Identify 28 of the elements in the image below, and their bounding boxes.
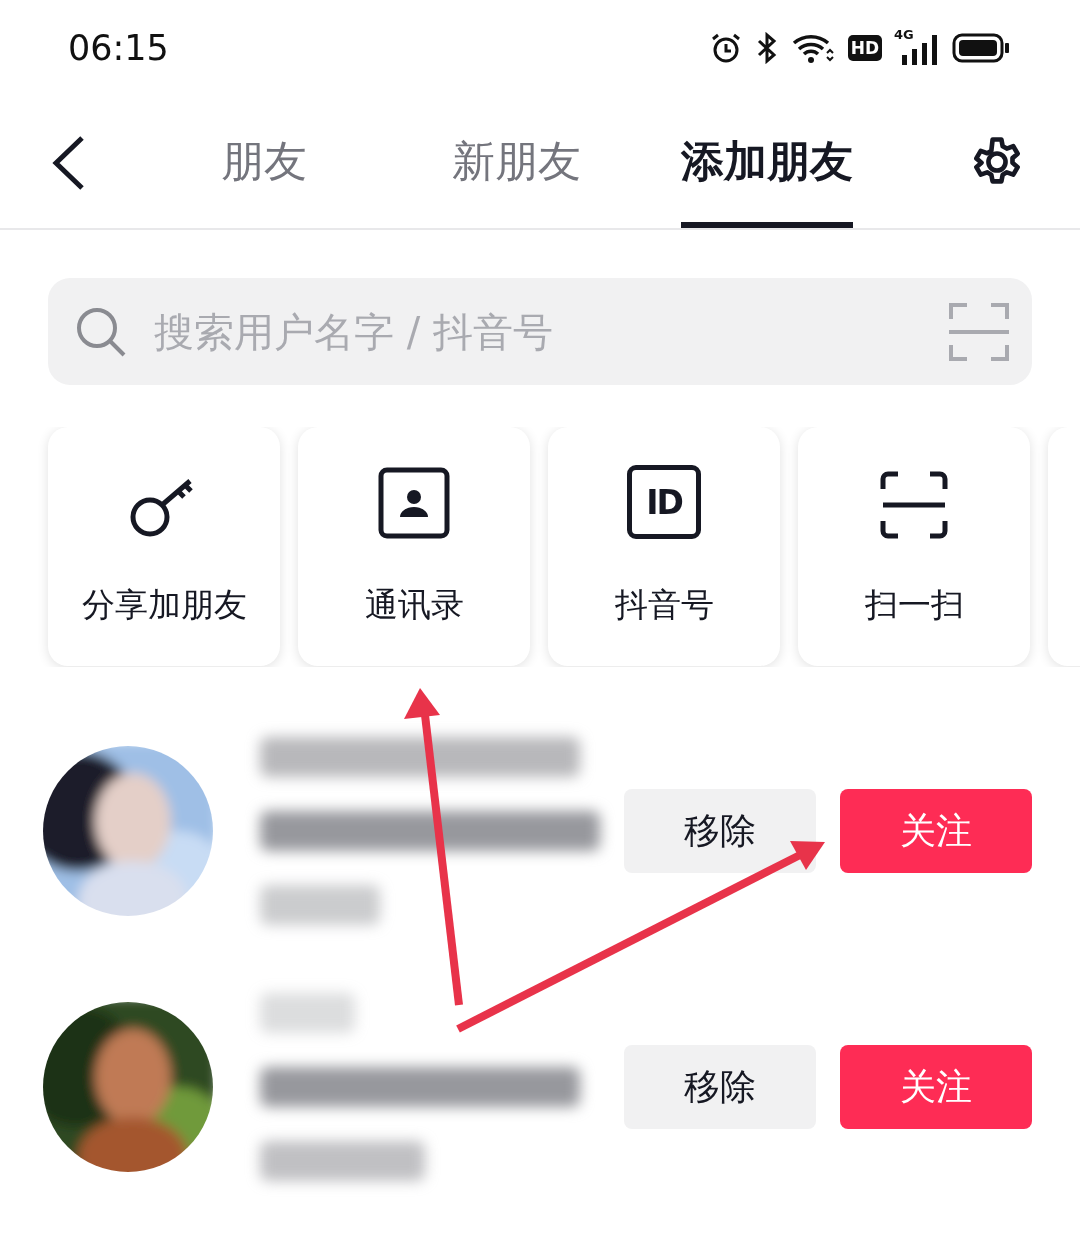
- remove-button[interactable]: 移除: [624, 789, 816, 873]
- tab[interactable]: 添加朋友: [681, 96, 853, 228]
- search-field[interactable]: 搜索用户名字 / 抖音号: [152, 307, 924, 356]
- contact-card-icon: [378, 467, 450, 539]
- battery-icon: [952, 33, 1010, 63]
- alarm-icon: [709, 32, 742, 64]
- status-time: 06:15: [68, 28, 169, 68]
- shortcut-card[interactable]: 通讯录: [298, 427, 530, 666]
- network-label: 4G: [894, 27, 914, 42]
- shortcut-label: 抖音号: [614, 584, 714, 626]
- search-bar[interactable]: 搜索用户名字 / 抖音号: [48, 278, 1032, 385]
- scan-icon: [880, 471, 948, 539]
- remove-button[interactable]: 移除: [624, 1045, 816, 1129]
- shortcut-card[interactable]: 分享加朋友: [48, 427, 280, 666]
- id-icon: ID: [627, 465, 701, 539]
- back-icon[interactable]: [52, 135, 86, 191]
- shortcut-label: 扫一扫: [864, 584, 964, 626]
- tab[interactable]: 朋友: [221, 96, 307, 228]
- shortcut-label: 分享加朋友: [81, 584, 247, 626]
- follow-button[interactable]: 关注: [840, 789, 1032, 873]
- shortcut-card[interactable]: ID 抖音号: [548, 427, 780, 666]
- tab[interactable]: 新朋友: [452, 96, 581, 228]
- follow-button[interactable]: 关注: [840, 1045, 1032, 1129]
- wifi-icon: [791, 32, 834, 64]
- bluetooth-icon: [755, 32, 778, 64]
- hd-badge: HD: [847, 35, 882, 61]
- shortcut-label: 通讯录: [364, 584, 464, 626]
- shortcut-card[interactable]: 扫一扫: [798, 427, 1030, 666]
